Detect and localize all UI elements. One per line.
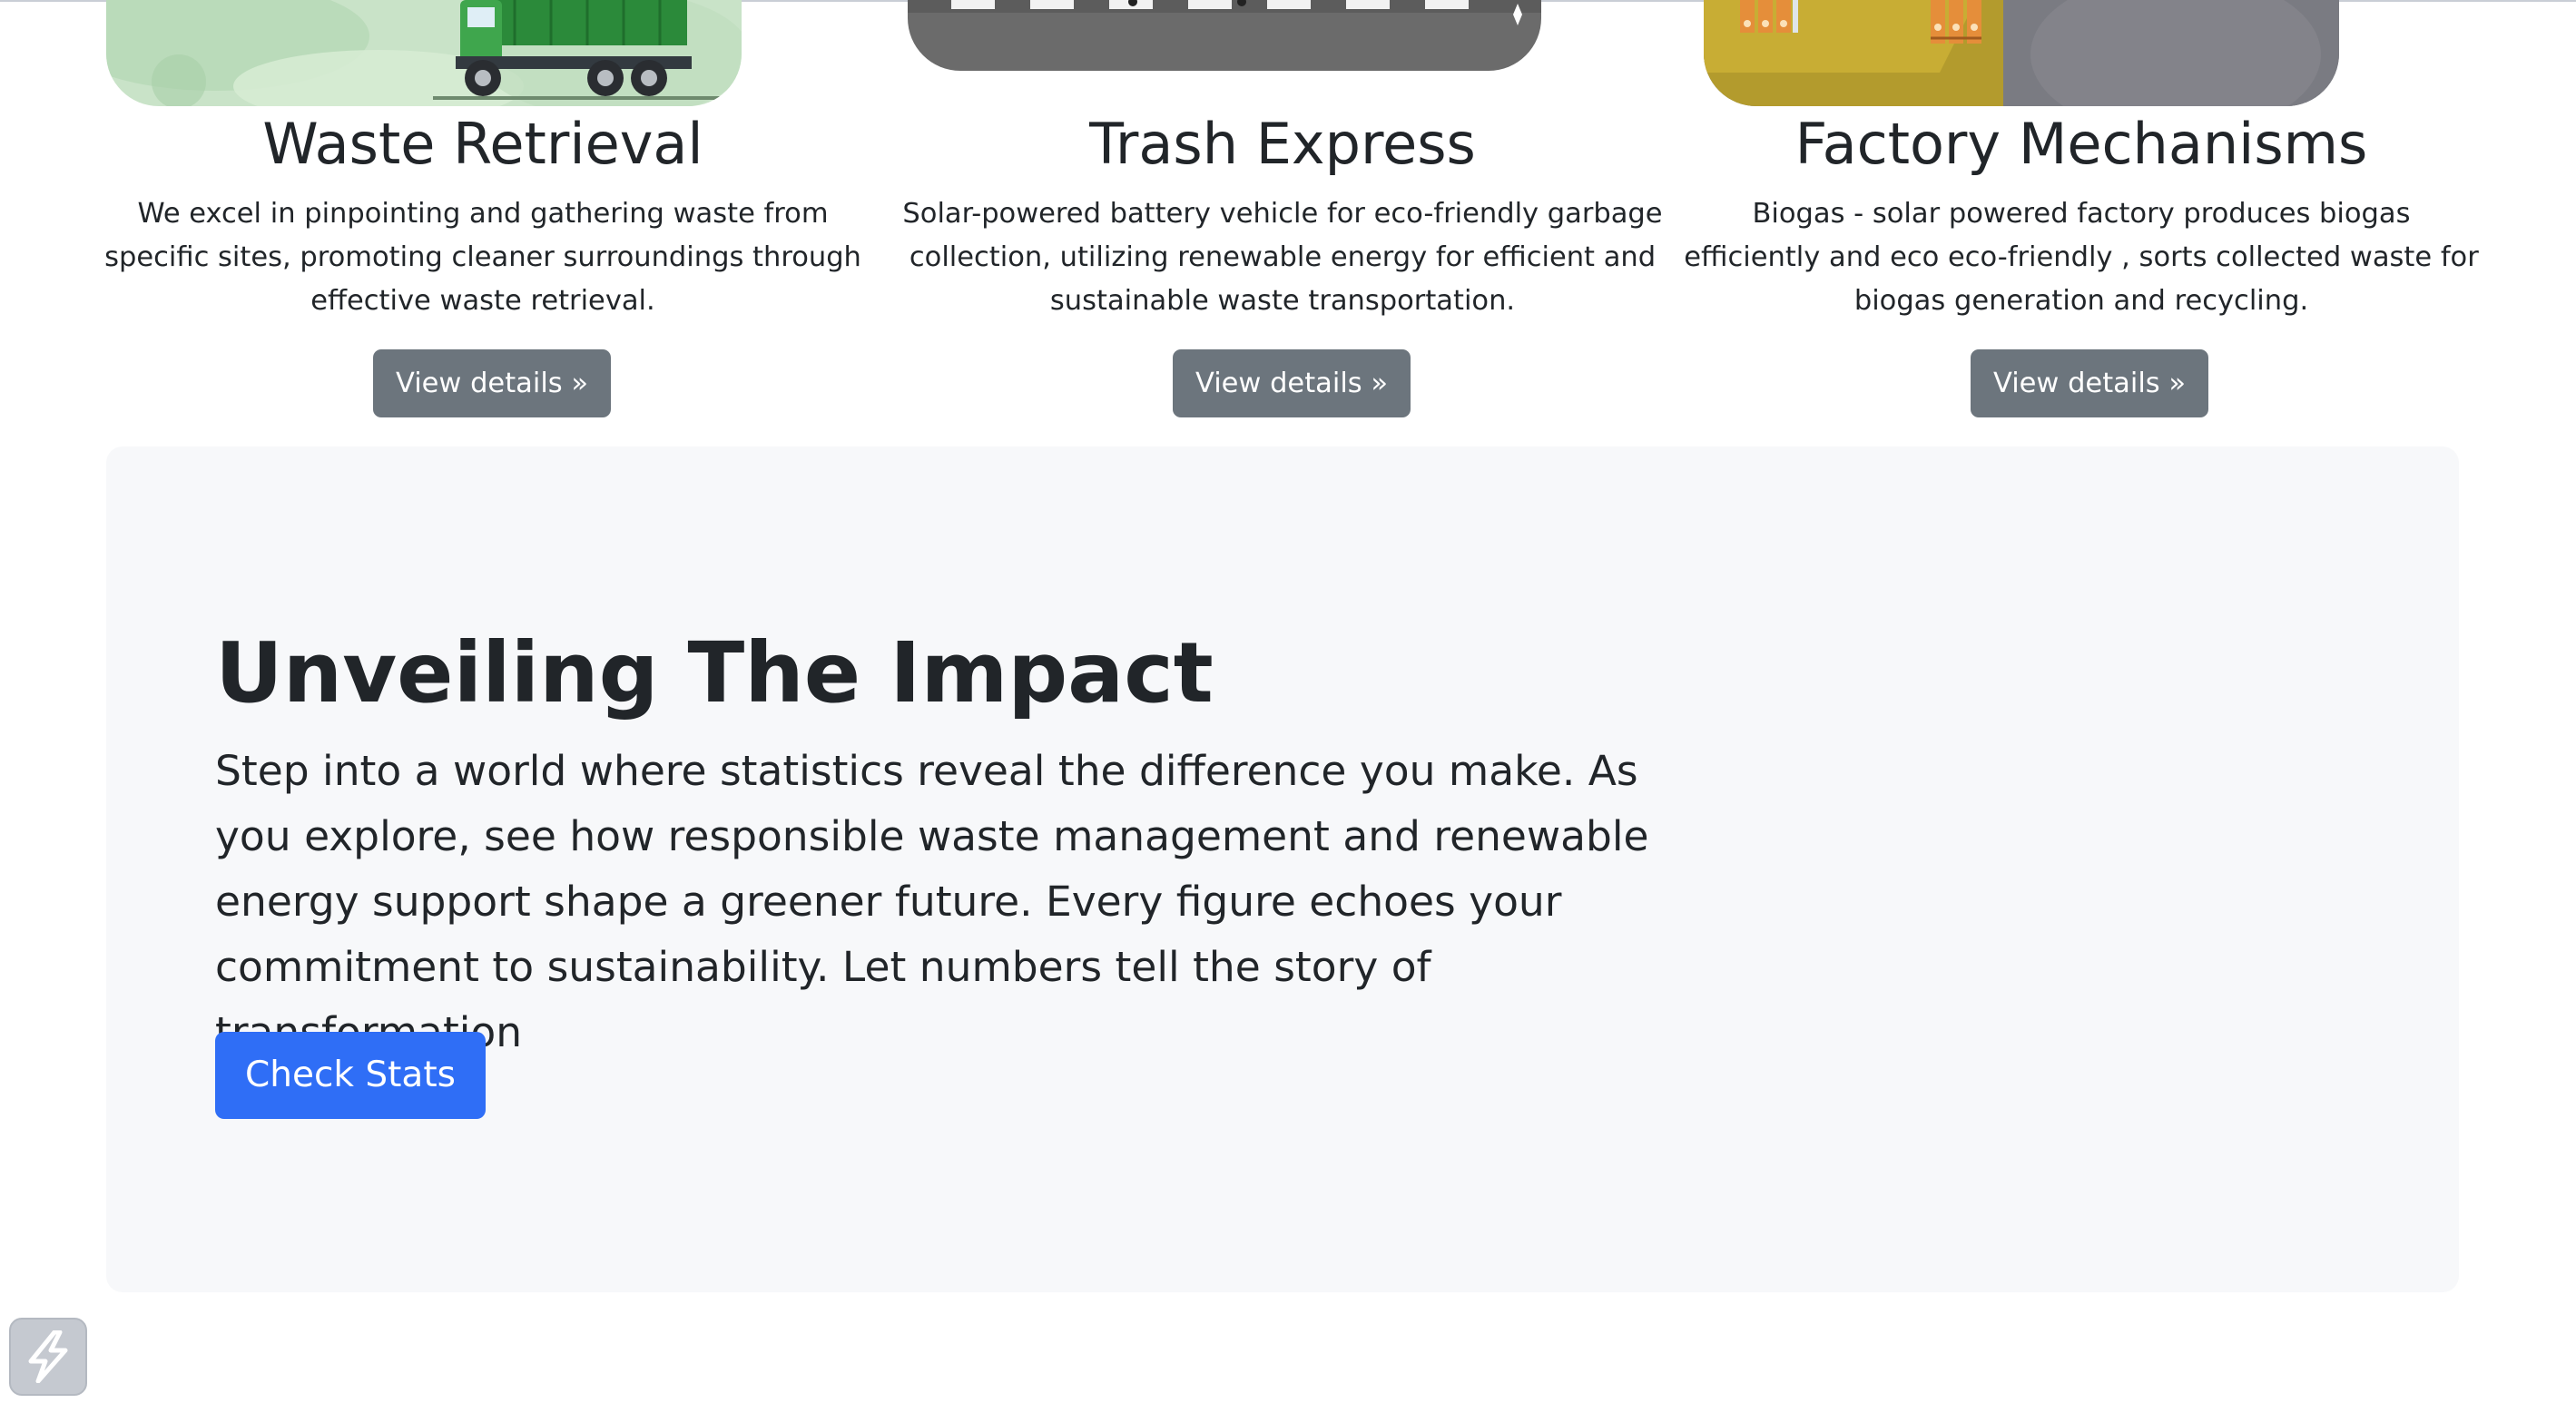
impact-description: Step into a world where statistics revea…	[215, 747, 1649, 1056]
card-title: Waste Retrieval	[262, 111, 703, 177]
card-title: Trash Express	[1089, 111, 1476, 177]
check-stats-button[interactable]: Check Stats	[215, 1032, 486, 1119]
card-description: Solar-powered battery vehicle for eco-fr…	[902, 198, 1663, 317]
card-description: Biogas - solar powered factory produces …	[1684, 198, 2479, 317]
impact-title: Unveiling The Impact	[215, 624, 1214, 721]
view-details-button[interactable]: View details »	[1173, 349, 1411, 417]
road-image	[908, 0, 1541, 71]
card-title: Factory Mechanisms	[1794, 111, 2368, 177]
floating-action-button[interactable]	[9, 1318, 87, 1396]
view-details-button[interactable]: View details »	[373, 349, 612, 417]
impact-section: Unveiling The Impact Step into a world w…	[106, 446, 2459, 1292]
lightning-bolt-icon	[28, 1330, 68, 1383]
factory-image	[1704, 0, 2339, 106]
card-description: We excel in pinpointing and gathering wa…	[104, 198, 861, 317]
garbage-truck-image	[106, 0, 742, 106]
view-details-button[interactable]: View details »	[1971, 349, 2209, 417]
